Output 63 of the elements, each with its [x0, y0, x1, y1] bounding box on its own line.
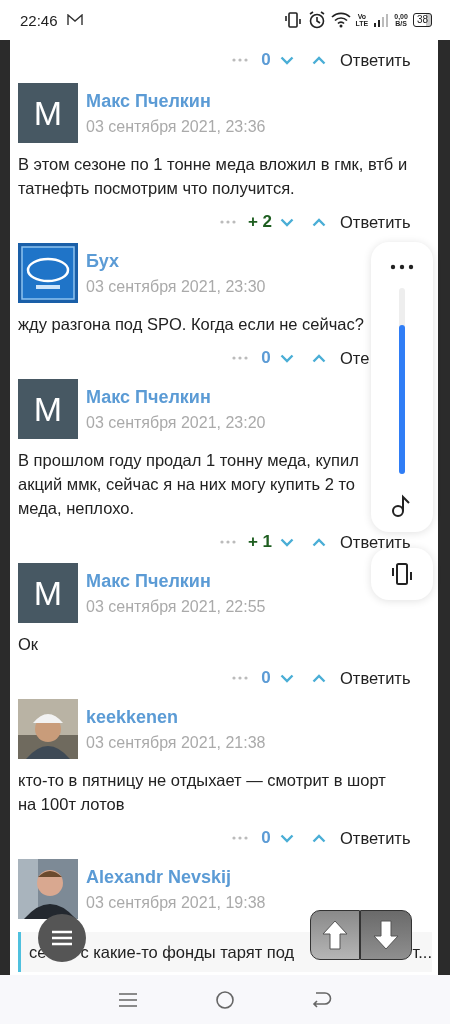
quote-text: т...: [412, 942, 432, 962]
comment-date: 03 сентября 2021, 23:30: [86, 277, 266, 296]
comment-text: кто-то в пятницу не отдыхает — смотрит в шорт: [18, 770, 386, 791]
upvote-icon[interactable]: [312, 217, 326, 227]
reply-link[interactable]: Ответить: [340, 828, 411, 848]
comment-text: на 100т лотов: [18, 794, 125, 815]
user-avatar: M: [18, 379, 78, 439]
more-icon[interactable]: [390, 264, 414, 270]
reply-link[interactable]: Оте: [340, 348, 370, 368]
mail-icon: [66, 14, 83, 26]
comment-text: жду разгона под SPO. Когда если не сейчас?: [18, 314, 364, 335]
scroll-down-button[interactable]: [360, 910, 412, 960]
comment-date: 03 сентября 2021, 21:38: [86, 733, 266, 752]
reply-link[interactable]: Ответить: [340, 532, 411, 552]
menu-icon[interactable]: [118, 991, 139, 1008]
battery-indicator: 38: [412, 13, 432, 27]
vote-score: 0: [260, 828, 272, 848]
downvote-icon[interactable]: [280, 55, 294, 65]
comment-text: акций ммк, сейчас я на них могу купить 2 то: [18, 474, 355, 495]
upvote-icon[interactable]: [312, 55, 326, 65]
signal-icon: [373, 13, 390, 27]
alarm-icon: [307, 11, 326, 29]
upvote-icon[interactable]: [312, 353, 326, 363]
downvote-icon[interactable]: [280, 673, 294, 683]
comment-text: Ок: [18, 634, 39, 655]
home-icon[interactable]: [215, 989, 235, 1010]
comment-text: татнефть посмотрим что получится.: [18, 178, 295, 199]
reply-link[interactable]: Ответить: [340, 668, 411, 688]
scroll-up-button[interactable]: [310, 910, 360, 960]
upvote-icon[interactable]: [312, 673, 326, 683]
comment-date: 03 сентября 2021, 19:38: [86, 893, 266, 912]
downvote-icon[interactable]: [280, 833, 294, 843]
vote-score: 0: [260, 50, 272, 70]
comment-date: 03 сентября 2021, 22:55: [86, 597, 266, 616]
wifi-icon: [330, 12, 351, 28]
up-arrow-icon: [322, 920, 348, 950]
vote-score: 0: [260, 348, 272, 368]
comment-text: меда, неплохо.: [18, 498, 134, 519]
downvote-icon[interactable]: [280, 217, 294, 227]
menu-icon: [51, 930, 73, 946]
downvote-icon[interactable]: [280, 353, 294, 363]
user-avatar: M: [18, 83, 78, 143]
quote-text: с какие-то фонды тарят под: [80, 942, 295, 962]
comment-date: 03 сентября 2021, 23:20: [86, 413, 266, 432]
vibrate-icon: [389, 562, 415, 586]
comment-text: В этом сезоне по 1 тонне меда вложил в гмк, втб и: [18, 154, 408, 175]
reply-link[interactable]: Ответить: [340, 212, 411, 232]
comment-date: 03 сентября 2021, 23:36: [86, 117, 266, 136]
vibrate-icon: [282, 12, 303, 28]
back-icon[interactable]: [311, 991, 332, 1008]
upvote-icon[interactable]: [312, 833, 326, 843]
upvote-icon[interactable]: [312, 537, 326, 547]
vote-score: + 1: [247, 532, 272, 552]
vibrate-button[interactable]: [371, 548, 433, 600]
user-avatar: M: [18, 563, 78, 623]
vote-score: 0: [260, 668, 272, 688]
vote-score: + 2: [247, 212, 272, 232]
comment-text: В прошлом году продал 1 тонну меда, купил: [18, 450, 359, 471]
volume-slider[interactable]: [399, 288, 405, 474]
clock: 22:46: [20, 11, 58, 29]
reply-link[interactable]: Ответить: [340, 50, 411, 70]
downvote-icon[interactable]: [280, 537, 294, 547]
down-arrow-icon: [373, 920, 399, 950]
